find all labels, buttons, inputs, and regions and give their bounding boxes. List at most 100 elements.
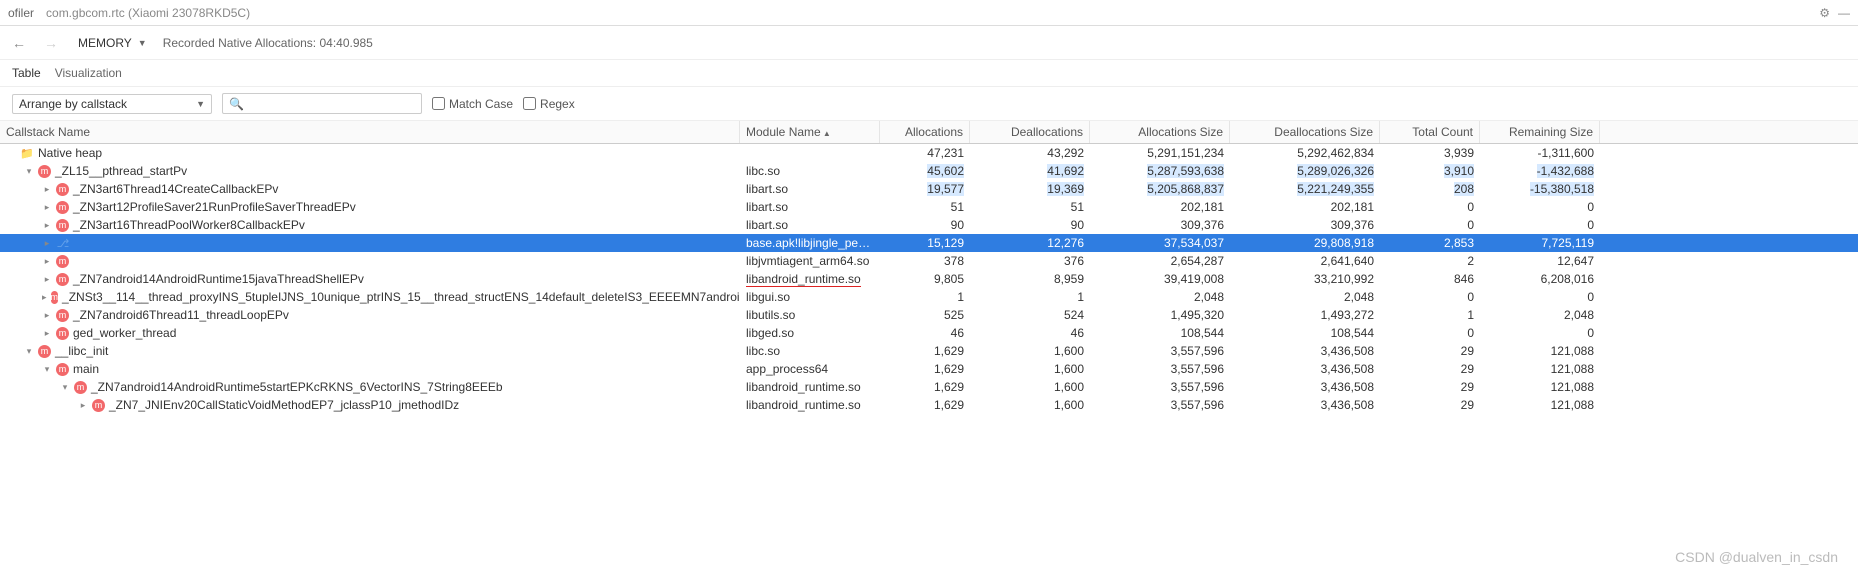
recording-label: Recorded Native Allocations: 04:40.985 — [163, 36, 373, 50]
expander-icon[interactable]: ▸ — [42, 292, 47, 303]
row-dealloc-size: 3,436,508 — [1230, 379, 1380, 395]
row-name: _ZN3art16ThreadPoolWorker8CallbackEPv — [73, 218, 305, 232]
row-remaining-size: 6,208,016 — [1480, 271, 1600, 287]
table-row[interactable]: 📁Native heap47,23143,2925,291,151,2345,2… — [0, 144, 1858, 162]
row-remaining-size: -15,380,518 — [1480, 181, 1600, 197]
col-deallocations-size[interactable]: Deallocations Size — [1230, 121, 1380, 143]
tab-table[interactable]: Table — [12, 66, 41, 80]
row-deallocations: 1,600 — [970, 397, 1090, 413]
method-icon: m — [56, 363, 69, 376]
table-row[interactable]: ▸m_ZN7android14AndroidRuntime15javaThrea… — [0, 270, 1858, 288]
folder-icon: 📁 — [20, 146, 34, 160]
expander-icon[interactable]: ▸ — [42, 220, 52, 231]
row-deallocations: 90 — [970, 217, 1090, 233]
expander-icon[interactable]: ▾ — [60, 382, 70, 393]
col-allocations-size[interactable]: Allocations Size — [1090, 121, 1230, 143]
memory-dropdown[interactable]: MEMORY ▼ — [72, 34, 153, 52]
match-case-checkbox[interactable]: Match Case — [432, 97, 513, 111]
tab-visualization[interactable]: Visualization — [55, 66, 122, 80]
table-row[interactable]: ▸m_ZN7android6Thread11_threadLoopEPvlibu… — [0, 306, 1858, 324]
watermark: CSDN @dualven_in_csdn — [1675, 549, 1838, 565]
row-alloc-size: 2,048 — [1090, 289, 1230, 305]
expander-icon[interactable]: ▸ — [42, 256, 52, 267]
expander-icon[interactable]: ▸ — [42, 328, 52, 339]
gear-icon[interactable]: ⚙ — [1819, 6, 1830, 20]
profiler-tab[interactable]: ofiler — [8, 6, 34, 20]
search-field[interactable]: 🔍 — [222, 93, 422, 114]
table-row[interactable]: ▸m_ZNSt3__114__thread_proxyINS_5tupleIJN… — [0, 288, 1858, 306]
table-row[interactable]: ▸m_ZN3art6Thread14CreateCallbackEPvlibar… — [0, 180, 1858, 198]
col-allocations[interactable]: Allocations — [880, 121, 970, 143]
table-body: 📁Native heap47,23143,2925,291,151,2345,2… — [0, 144, 1858, 414]
expander-icon[interactable]: ▾ — [24, 346, 34, 357]
regex-box[interactable] — [523, 97, 536, 110]
table-row[interactable]: ▸mged_worker_threadlibged.so4646108,5441… — [0, 324, 1858, 342]
expander-icon[interactable]: ▸ — [42, 238, 52, 249]
row-allocations: 45,602 — [880, 163, 970, 179]
table-row[interactable]: ▸m_ZN3art16ThreadPoolWorker8CallbackEPvl… — [0, 216, 1858, 234]
row-allocations: 1,629 — [880, 379, 970, 395]
arrange-dropdown[interactable]: Arrange by callstack ▼ — [12, 94, 212, 114]
row-module: libged.so — [740, 325, 880, 341]
col-module-name[interactable]: Module Name — [740, 121, 880, 143]
table-header: Callstack Name Module Name Allocations D… — [0, 121, 1858, 144]
table-row[interactable]: ▾m_ZN7android14AndroidRuntime5startEPKcR… — [0, 378, 1858, 396]
regex-checkbox[interactable]: Regex — [523, 97, 575, 111]
table-row[interactable]: ▸mlibjvmtiagent_arm64.so3783762,654,2872… — [0, 252, 1858, 270]
row-allocations: 19,577 — [880, 181, 970, 197]
col-remaining-size[interactable]: Remaining Size — [1480, 121, 1600, 143]
row-dealloc-size: 29,808,918 — [1230, 235, 1380, 251]
table-row[interactable]: ▸m_ZN3art12ProfileSaver21RunProfileSaver… — [0, 198, 1858, 216]
row-dealloc-size: 5,289,026,326 — [1230, 163, 1380, 179]
method-icon: m — [56, 327, 69, 340]
expander-icon[interactable]: ▾ — [24, 166, 34, 177]
row-dealloc-size: 2,048 — [1230, 289, 1380, 305]
minimize-icon[interactable]: — — [1838, 6, 1850, 20]
nav-forward-icon: → — [40, 33, 62, 53]
row-name: _ZN3art12ProfileSaver21RunProfileSaverTh… — [73, 200, 356, 214]
method-icon: m — [56, 183, 69, 196]
search-input[interactable] — [250, 96, 415, 111]
row-remaining-size: 2,048 — [1480, 307, 1600, 323]
memory-label: MEMORY — [78, 36, 132, 50]
row-dealloc-size: 202,181 — [1230, 199, 1380, 215]
table-row[interactable]: ▾m__libc_initlibc.so1,6291,6003,557,5963… — [0, 342, 1858, 360]
expander-icon[interactable]: ▸ — [42, 184, 52, 195]
row-remaining-size: 0 — [1480, 217, 1600, 233]
expander-icon[interactable]: ▸ — [42, 202, 52, 213]
row-alloc-size: 3,557,596 — [1090, 361, 1230, 377]
expander-icon[interactable]: ▸ — [42, 274, 52, 285]
row-alloc-size: 37,534,037 — [1090, 235, 1230, 251]
row-module: libart.so — [740, 217, 880, 233]
row-total-count: 3,939 — [1380, 145, 1480, 161]
row-remaining-size: -1,432,688 — [1480, 163, 1600, 179]
row-remaining-size: 0 — [1480, 325, 1600, 341]
expander-icon[interactable]: ▸ — [42, 310, 52, 321]
row-deallocations: 1,600 — [970, 343, 1090, 359]
col-total-count[interactable]: Total Count — [1380, 121, 1480, 143]
row-allocations: 46 — [880, 325, 970, 341]
row-module: app_process64 — [740, 361, 880, 377]
table-row[interactable]: ▾mmainapp_process641,6291,6003,557,5963,… — [0, 360, 1858, 378]
table-row[interactable]: ▾m_ZL15__pthread_startPvlibc.so45,60241,… — [0, 162, 1858, 180]
row-name: _ZN7android6Thread11_threadLoopEPv — [73, 308, 289, 322]
col-callstack-name[interactable]: Callstack Name — [0, 121, 740, 143]
row-name: _ZL15__pthread_startPv — [55, 164, 187, 178]
col-deallocations[interactable]: Deallocations — [970, 121, 1090, 143]
row-deallocations: 46 — [970, 325, 1090, 341]
subtabs: Table Visualization — [0, 60, 1858, 87]
row-remaining-size: 0 — [1480, 199, 1600, 215]
match-case-box[interactable] — [432, 97, 445, 110]
expander-icon[interactable]: ▾ — [42, 364, 52, 375]
row-alloc-size: 5,291,151,234 — [1090, 145, 1230, 161]
table-row[interactable]: ▸m_ZN7_JNIEnv20CallStaticVoidMethodEP7_j… — [0, 396, 1858, 414]
toolbar: ← → MEMORY ▼ Recorded Native Allocations… — [0, 26, 1858, 60]
method-icon: m — [51, 291, 59, 304]
row-module — [740, 152, 880, 154]
row-name: _ZN7android14AndroidRuntime5startEPKcRKN… — [91, 380, 503, 394]
table-row[interactable]: ▸⎇base.apk!libjingle_peercon15,12912,276… — [0, 234, 1858, 252]
row-module: libandroid_runtime.so — [740, 397, 880, 413]
nav-back-icon[interactable]: ← — [8, 33, 30, 53]
row-total-count: 29 — [1380, 379, 1480, 395]
expander-icon[interactable]: ▸ — [78, 400, 88, 411]
